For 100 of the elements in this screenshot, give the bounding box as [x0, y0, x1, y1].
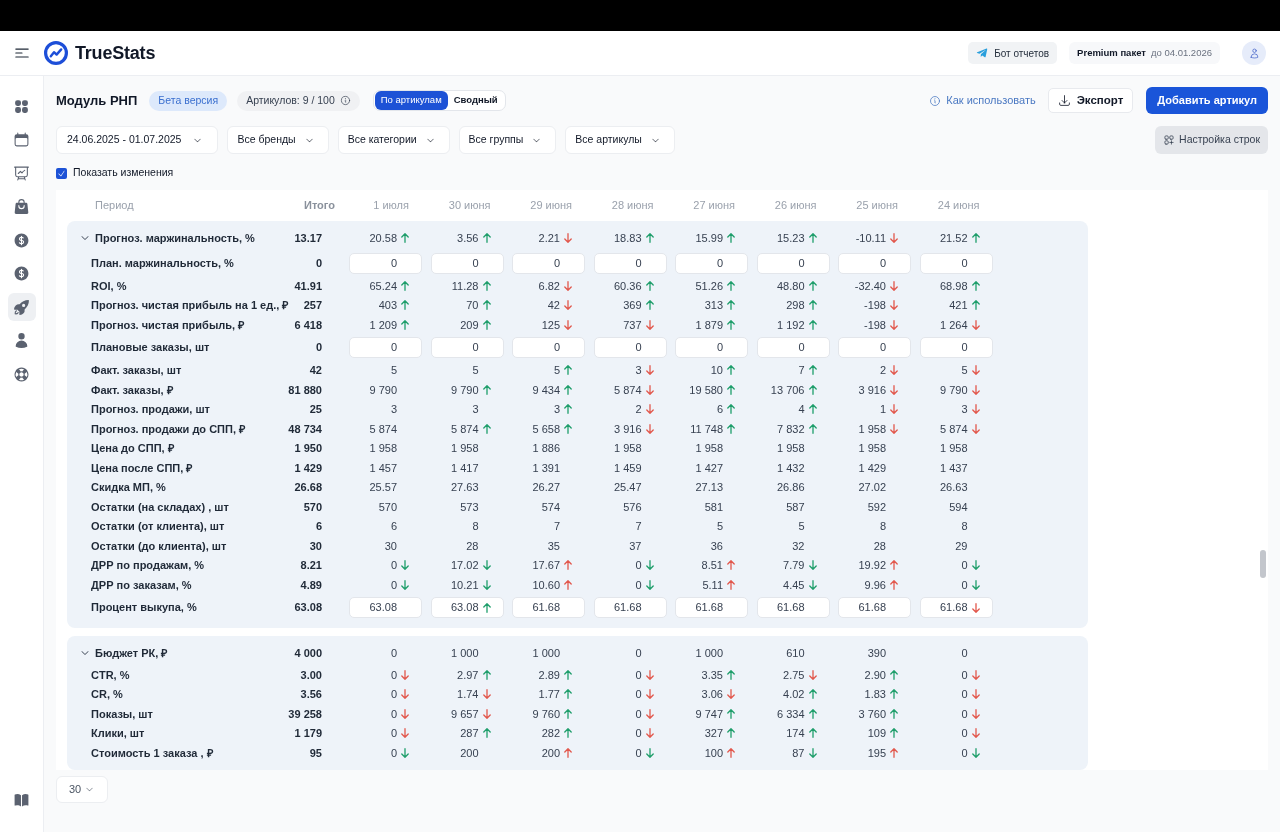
number-input[interactable]: 0 — [430, 337, 504, 358]
metric-value: 0 — [635, 558, 642, 573]
metric-value: 20.58 — [369, 230, 397, 246]
metric-value: 3 — [635, 363, 642, 378]
number-input[interactable]: 61.68 — [838, 597, 911, 618]
number-input[interactable]: 61.68 — [919, 597, 993, 618]
metric-value: 581 — [704, 499, 723, 515]
number-input[interactable]: 61.68 — [512, 597, 585, 618]
chart-board-icon — [13, 164, 30, 182]
number-input[interactable]: 61.68 — [593, 597, 667, 618]
metric-label: ДРР по продажам, % — [91, 558, 205, 573]
number-input[interactable]: 0 — [675, 252, 748, 274]
metric-value: 1 429 — [858, 460, 886, 476]
info-icon — [929, 94, 942, 107]
metric-value: 0 — [635, 726, 642, 741]
filter-dropdown[interactable]: Все бренды — [227, 126, 329, 154]
metric-value: 3 916 — [613, 421, 642, 437]
metric-value: 5 874 — [450, 421, 479, 437]
metric-value: 2.21 — [538, 230, 560, 246]
number-input[interactable]: 0 — [512, 252, 585, 274]
metric-value: 8.51 — [701, 558, 723, 573]
metric-value: 26.27 — [532, 480, 560, 495]
metric-value: 10 — [710, 363, 723, 378]
report-bot-button[interactable]: Бот отчетов — [968, 42, 1058, 64]
metric-value: 5.11 — [702, 577, 723, 593]
metric-label: Остатки (от клиента), шт — [91, 519, 225, 534]
metric-label: Процент выкупа, % — [91, 600, 197, 616]
number-input[interactable]: 0 — [838, 252, 911, 274]
metric-total: 4.89 — [300, 577, 322, 593]
metric-value: 1 432 — [776, 460, 805, 476]
number-input[interactable]: 0 — [756, 337, 830, 358]
number-input[interactable]: 0 — [919, 337, 993, 358]
number-input[interactable]: 0 — [349, 337, 422, 358]
metric-value: 6 334 — [776, 706, 805, 722]
metric-value: 1 192 — [776, 317, 805, 333]
metric-value: 1 427 — [695, 460, 723, 476]
metric-total: 0 — [315, 255, 322, 271]
metric-value: 25.57 — [369, 480, 397, 495]
metric-label: CTR, % — [91, 667, 130, 683]
number-input[interactable]: 0 — [512, 337, 585, 358]
scrollbar[interactable] — [1260, 550, 1266, 578]
avatar-button[interactable] — [1242, 41, 1266, 65]
number-input[interactable]: 61.68 — [756, 597, 830, 618]
rows-settings-button[interactable]: Настройка строк — [1155, 126, 1268, 154]
metric-total: 6 418 — [294, 317, 322, 333]
metric-value: 327 — [704, 726, 723, 741]
metric-value: 574 — [541, 499, 560, 515]
metric-value: 0 — [390, 645, 397, 661]
filter-dropdown[interactable]: Все группы — [458, 126, 557, 154]
metric-value: 3 — [390, 402, 397, 417]
view-tab[interactable]: Сводный — [447, 91, 504, 110]
export-button[interactable]: Экспорт — [1047, 88, 1134, 113]
number-input[interactable]: 63.08 — [349, 597, 422, 618]
shopping-bag-icon — [13, 198, 30, 215]
number-input[interactable]: 0 — [675, 337, 748, 358]
metric-value: -10.11 — [855, 230, 886, 246]
help-link[interactable]: Как использовать — [929, 92, 1036, 109]
sidebar-button[interactable] — [7, 293, 36, 321]
number-input[interactable]: 0 — [430, 252, 504, 274]
metric-value: -198 — [863, 298, 886, 313]
plan-name: Premium пакет — [1077, 45, 1146, 60]
metric-label: Остатки (до клиента), шт — [91, 538, 227, 554]
number-input[interactable]: 0 — [756, 252, 830, 274]
metric-value: 0 — [390, 687, 397, 702]
number-input[interactable]: 63.08 — [430, 597, 504, 618]
number-input[interactable]: 0 — [349, 252, 422, 274]
metric-value: 0 — [961, 745, 968, 761]
metric-value: 10.21 — [450, 577, 479, 593]
squares-plus-icon — [1163, 134, 1176, 146]
rocket-icon — [13, 298, 30, 316]
metric-value: 390 — [867, 645, 886, 661]
metric-value: 5 — [553, 363, 560, 378]
metric-value: 592 — [867, 499, 886, 515]
checkbox[interactable] — [56, 167, 67, 179]
metric-value: 9 760 — [532, 706, 560, 722]
metric-value: 9 434 — [532, 382, 560, 398]
filter-dropdown[interactable]: Все категории — [337, 126, 450, 154]
metric-value: 200 — [541, 745, 560, 761]
metric-value: -198 — [863, 317, 886, 333]
metric-value: 25.47 — [613, 480, 642, 495]
filter-dropdown[interactable]: Все артикулы — [565, 126, 675, 154]
calendar-icon — [13, 131, 30, 148]
number-input[interactable]: 0 — [919, 252, 993, 274]
number-input[interactable]: 0 — [593, 252, 667, 274]
add-article-button[interactable]: Добавить артикул — [1146, 87, 1268, 114]
metric-value: 36 — [710, 538, 723, 554]
page-size-dropdown[interactable]: 30 — [56, 776, 108, 803]
metric-total: 6 — [315, 519, 322, 534]
metric-label: Показы, шт — [91, 706, 153, 722]
metric-value: 0 — [390, 726, 397, 741]
metric-value: 0 — [635, 645, 642, 661]
number-input[interactable]: 0 — [593, 337, 667, 358]
metric-total: 570 — [303, 499, 322, 515]
number-input[interactable]: 0 — [838, 337, 911, 358]
number-input[interactable]: 61.68 — [675, 597, 748, 618]
metric-value: 48.80 — [776, 278, 805, 294]
info-icon[interactable] — [339, 95, 351, 106]
view-tab[interactable]: По артикулам — [374, 91, 448, 110]
date-range-dropdown[interactable]: 24.06.2025 - 01.07.2025 — [56, 126, 219, 154]
metric-label: Клики, шт — [91, 726, 145, 741]
